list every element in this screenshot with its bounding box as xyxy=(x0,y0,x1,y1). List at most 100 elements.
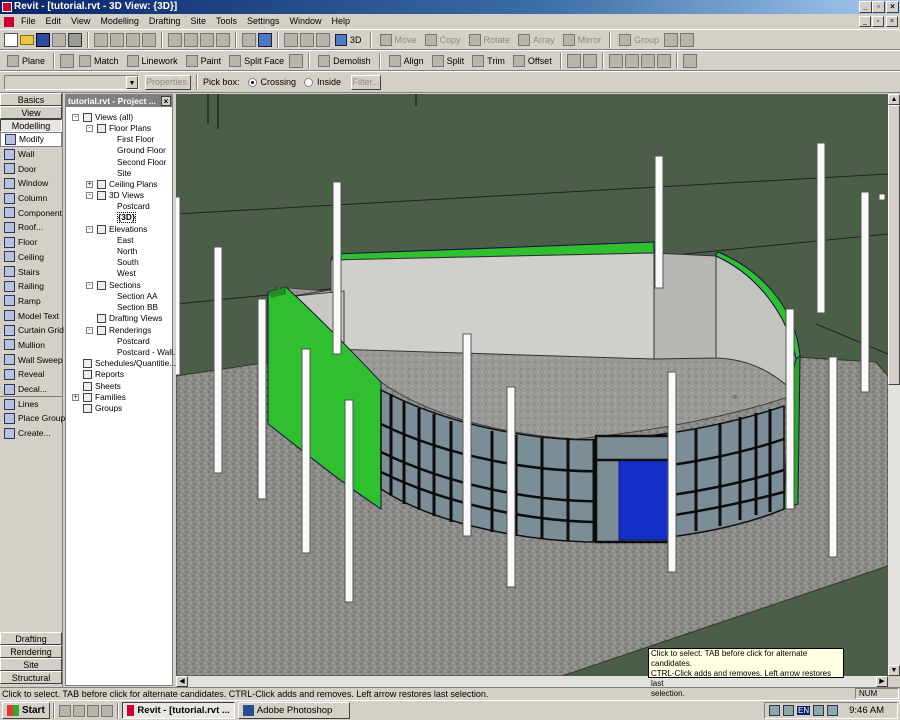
mirror-button[interactable]: Mirror xyxy=(560,31,605,48)
plane-button[interactable]: Plane xyxy=(4,52,48,69)
browser-node-rendering-postcard-wall[interactable]: Postcard - Wall... xyxy=(117,347,180,358)
taskbar-item-photoshop[interactable]: Adobe Photoshop xyxy=(237,702,350,719)
demolish-button[interactable]: Demolish xyxy=(315,52,374,69)
browser-node-floor-plans[interactable]: Floor Plans xyxy=(109,123,151,134)
browser-node-groups[interactable]: Groups xyxy=(95,403,122,414)
menu-window[interactable]: Window xyxy=(285,14,327,29)
browser-node-views-all[interactable]: Views (all) xyxy=(95,112,133,123)
scroll-down-icon[interactable]: ▼ xyxy=(888,665,900,676)
paint-button[interactable]: Paint xyxy=(183,52,225,69)
menu-drafting[interactable]: Drafting xyxy=(144,14,186,29)
undo-dropdown-icon[interactable] xyxy=(184,32,198,47)
tab-site[interactable]: Site xyxy=(0,658,62,671)
browser-node-fp-second-floor[interactable]: Second Floor xyxy=(117,157,166,168)
open-icon[interactable] xyxy=(20,34,34,45)
back-wall-left[interactable] xyxy=(330,252,655,360)
print-icon[interactable] xyxy=(68,32,82,47)
zoom-icon[interactable] xyxy=(300,32,314,47)
tool-modify[interactable]: Modify xyxy=(0,132,62,147)
split-button[interactable]: Split xyxy=(429,52,468,69)
browser-node-drafting-views[interactable]: Drafting Views xyxy=(109,313,162,324)
scroll-up-icon[interactable]: ▲ xyxy=(888,94,900,105)
renderings-expander-icon[interactable]: - xyxy=(86,327,93,334)
vertical-scrollbar[interactable]: ▲ ▼ xyxy=(888,94,900,676)
tab-view[interactable]: View xyxy=(0,106,62,119)
quicklaunch-app-icon[interactable] xyxy=(100,704,113,717)
new-icon[interactable] xyxy=(4,32,18,47)
cut-geometry-icon[interactable] xyxy=(289,53,304,68)
elevations-expander-icon[interactable]: - xyxy=(86,226,93,233)
floor-plans-expander-icon[interactable]: - xyxy=(86,125,93,132)
3d-view-canvas[interactable] xyxy=(176,94,888,676)
3d-view-button[interactable]: 3D xyxy=(332,31,365,48)
browser-node-renderings[interactable]: Renderings xyxy=(109,325,151,336)
browser-node-sections[interactable]: Sections xyxy=(109,280,141,291)
menu-site[interactable]: Site xyxy=(185,14,211,29)
sections-expander-icon[interactable]: - xyxy=(86,282,93,289)
save-icon[interactable] xyxy=(36,32,50,47)
browser-node-section-aa[interactable]: Section AA xyxy=(117,291,158,302)
trim-button[interactable]: Trim xyxy=(469,52,508,69)
linework-button[interactable]: Linework xyxy=(124,52,181,69)
close-icon[interactable]: × xyxy=(161,96,171,106)
tool-roof[interactable]: Roof... xyxy=(0,220,62,235)
tool-place-group[interactable]: Place Group xyxy=(0,411,65,426)
dynamic-view-icon[interactable] xyxy=(284,32,298,47)
tool-ramp[interactable]: Ramp xyxy=(0,294,62,309)
minimize-button[interactable]: _ xyxy=(859,1,872,13)
copy-paste-aligned-icon[interactable] xyxy=(640,53,655,68)
tray-network-icon[interactable] xyxy=(783,705,794,716)
browser-node-elevations[interactable]: Elevations xyxy=(109,224,147,235)
tool-component[interactable]: Component xyxy=(0,205,62,220)
align-button[interactable]: Align xyxy=(386,52,427,69)
browser-node-fp-site[interactable]: Site xyxy=(117,168,131,179)
unjoin-icon[interactable] xyxy=(624,53,639,68)
close-button[interactable]: × xyxy=(886,1,899,13)
tool-floor[interactable]: Floor xyxy=(0,235,62,250)
browser-node-el-west[interactable]: West xyxy=(117,268,136,279)
save-to-central-icon[interactable] xyxy=(52,32,66,47)
tool-window[interactable]: Window xyxy=(0,176,62,191)
menu-help[interactable]: Help xyxy=(327,14,356,29)
ungroup-icon[interactable] xyxy=(680,32,695,47)
browser-node-ceiling-plans[interactable]: Ceiling Plans xyxy=(109,179,157,190)
menu-view[interactable]: View xyxy=(66,14,95,29)
redo-icon[interactable] xyxy=(200,32,214,47)
browser-node-3d-postcard[interactable]: Postcard xyxy=(117,201,150,212)
tray-display-icon[interactable] xyxy=(827,705,839,716)
tool-mullion[interactable]: Mullion xyxy=(0,338,62,353)
switch-windows-icon[interactable] xyxy=(242,32,256,47)
rotate-button[interactable]: Rotate xyxy=(466,31,514,48)
browser-node-el-north[interactable]: North xyxy=(117,246,137,257)
type-selector[interactable]: ▼ xyxy=(4,74,139,90)
tool-create[interactable]: Create... xyxy=(0,426,62,441)
vertical-scroll-thumb[interactable] xyxy=(888,105,900,385)
thin-lines-icon[interactable] xyxy=(316,32,330,47)
paste-icon[interactable] xyxy=(126,32,140,47)
browser-node-fp-first-floor[interactable]: First Floor xyxy=(117,134,154,145)
menu-settings[interactable]: Settings xyxy=(242,14,285,29)
doc-close-button[interactable]: × xyxy=(886,16,898,27)
copy-clipboard-icon[interactable] xyxy=(110,32,124,47)
quicklaunch-outlook-icon[interactable] xyxy=(86,704,99,717)
redo-dropdown-icon[interactable] xyxy=(216,32,230,47)
tab-rendering[interactable]: Rendering xyxy=(0,645,62,658)
dropdown-arrow-icon[interactable]: ▼ xyxy=(126,75,138,89)
scale-icon[interactable] xyxy=(582,53,597,68)
tool-model-text[interactable]: Model Text xyxy=(0,308,62,323)
properties-button[interactable]: Properties... xyxy=(145,74,195,90)
ceiling-plans-expander-icon[interactable]: + xyxy=(86,181,93,188)
quicklaunch-desktop-icon[interactable] xyxy=(72,704,85,717)
browser-node-el-south[interactable]: South xyxy=(117,257,139,268)
scroll-right-icon[interactable]: ▶ xyxy=(876,676,888,687)
browser-node-reports[interactable]: Reports xyxy=(95,369,124,380)
tool-wall-sweep[interactable]: Wall Sweep xyxy=(0,352,63,367)
whats-this-help-icon[interactable] xyxy=(258,32,272,47)
inside-radio[interactable] xyxy=(304,77,314,87)
3d-views-expander-icon[interactable]: - xyxy=(86,192,93,199)
resize-icon[interactable] xyxy=(566,53,581,68)
tool-decal[interactable]: Decal... xyxy=(0,382,62,397)
tool-lines[interactable]: Lines xyxy=(0,396,62,411)
tab-structural[interactable]: Structural xyxy=(0,671,62,684)
dimension-icon[interactable] xyxy=(60,53,75,68)
